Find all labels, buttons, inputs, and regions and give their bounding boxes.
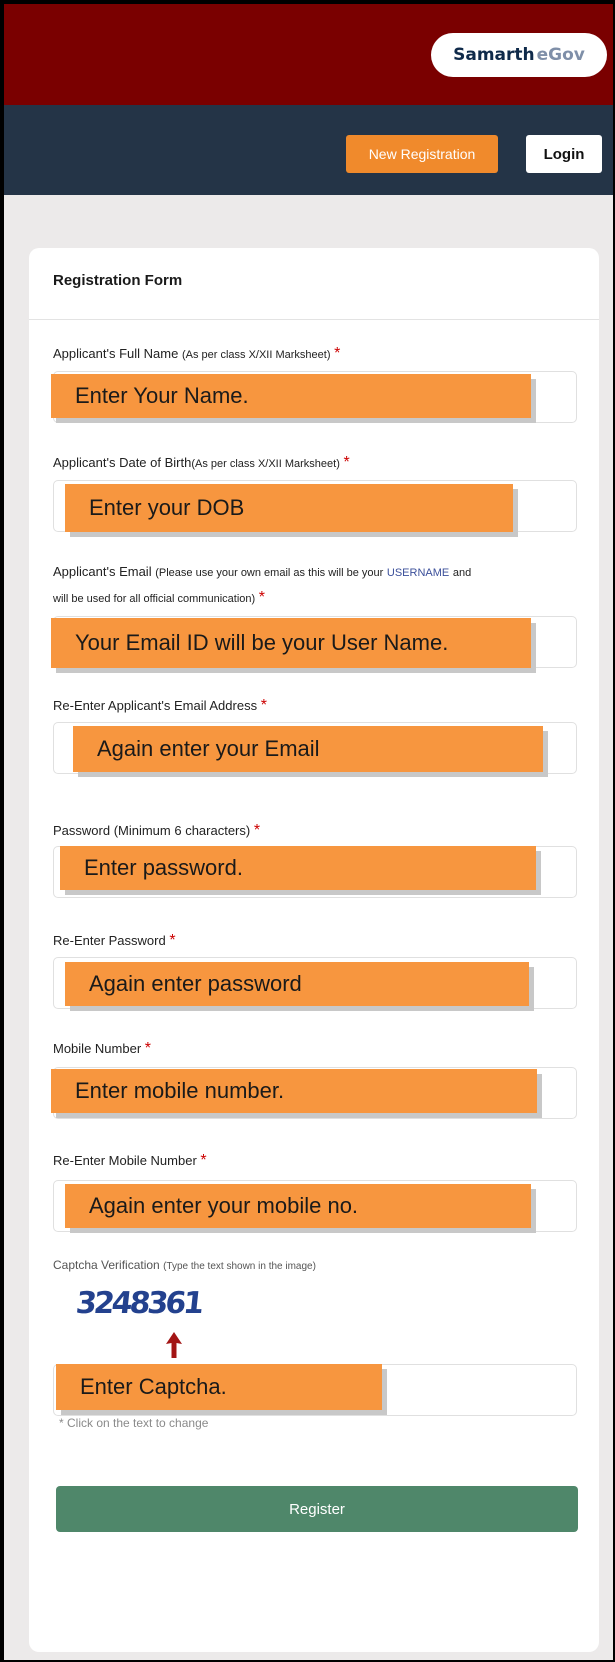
login-button[interactable]: Login	[526, 135, 602, 173]
password-label: Password (Minimum 6 characters) *	[53, 822, 261, 839]
mobile-label: Mobile Number *	[53, 1040, 152, 1057]
captcha-annotation: Enter Captcha.	[56, 1364, 382, 1410]
email-annotation: Your Email ID will be your User Name.	[51, 618, 531, 668]
mobile-confirm-annotation: Again enter your mobile no.	[65, 1184, 531, 1228]
captcha-label: Captcha Verification (Type the text show…	[53, 1258, 316, 1272]
mobile-annotation: Enter mobile number.	[51, 1069, 537, 1113]
dob-annotation: Enter your DOB	[65, 484, 513, 532]
captcha-hint: * Click on the text to change	[59, 1416, 209, 1430]
full-name-annotation: Enter Your Name.	[51, 374, 531, 418]
page-frame: Samarth eGov New Registration Login Regi…	[4, 4, 613, 1660]
email-confirm-annotation: Again enter your Email	[73, 726, 543, 772]
brand-suffix: eGov	[536, 45, 585, 65]
email-label-continued: will be used for all official communicat…	[53, 589, 266, 606]
card-divider	[29, 319, 599, 320]
full-name-label: Applicant's Full Name (As per class X/XI…	[53, 345, 341, 362]
dob-label: Applicant's Date of Birth(As per class X…	[53, 454, 350, 471]
brand-logo[interactable]: Samarth eGov	[431, 33, 607, 77]
captcha-image[interactable]: 3248361	[74, 1286, 203, 1321]
arrow-up-icon	[166, 1332, 182, 1358]
form-title: Registration Form	[53, 272, 183, 289]
password-confirm-annotation: Again enter password	[65, 962, 529, 1006]
new-registration-button[interactable]: New Registration	[346, 135, 498, 173]
nav-bar	[4, 105, 613, 195]
password-confirm-label: Re-Enter Password *	[53, 932, 176, 949]
register-button[interactable]: Register	[56, 1486, 578, 1532]
email-label: Applicant's Email (Please use your own e…	[53, 564, 472, 579]
password-annotation: Enter password.	[60, 846, 536, 890]
email-confirm-label: Re-Enter Applicant's Email Address *	[53, 697, 267, 714]
mobile-confirm-label: Re-Enter Mobile Number *	[53, 1152, 207, 1169]
brand-name: Samarth	[453, 45, 535, 65]
